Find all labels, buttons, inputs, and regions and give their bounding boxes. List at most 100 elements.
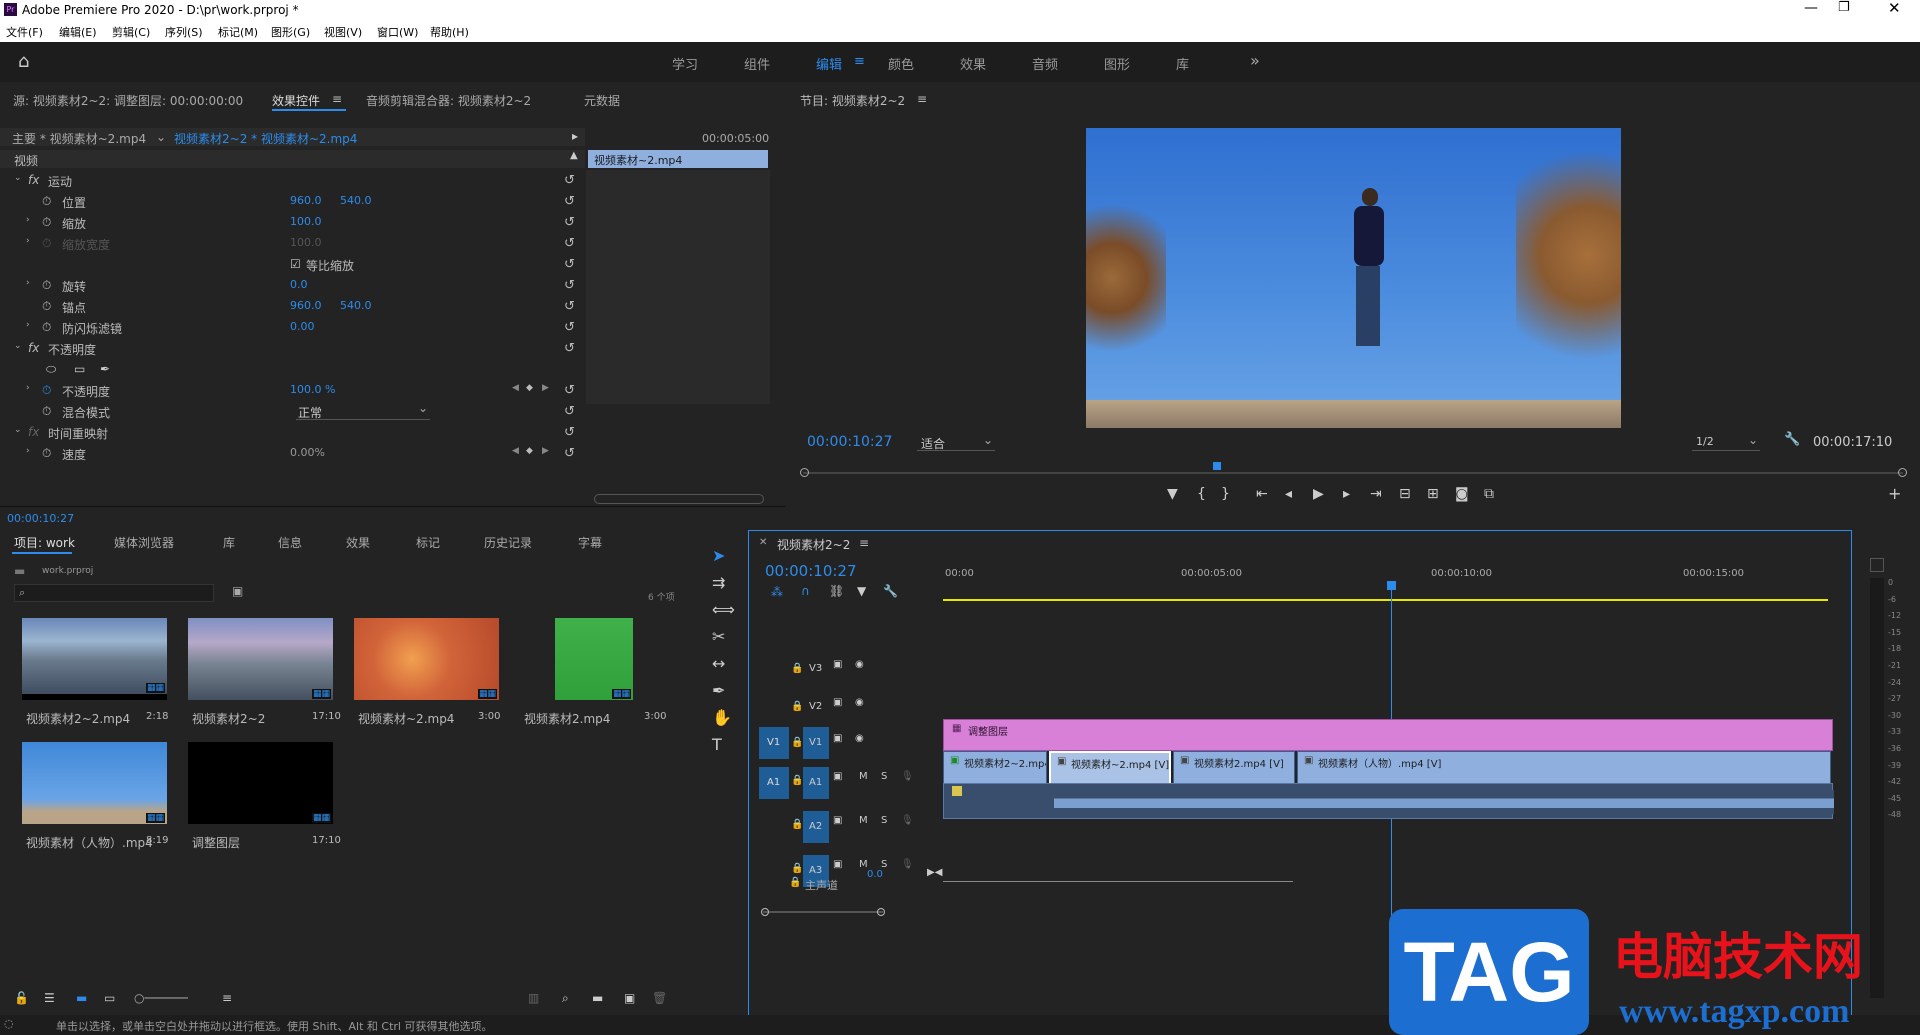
effect-row[interactable]: ⏱ 锚点 960.0 540.0 ↺ bbox=[0, 296, 585, 317]
stopwatch-icon[interactable]: ⏱ bbox=[42, 299, 51, 314]
effect-row[interactable]: › ⏱ 缩放宽度 100.0 ↺ bbox=[0, 233, 585, 254]
panel-menu-icon[interactable]: ≡ bbox=[859, 536, 869, 550]
hand-tool-icon[interactable]: ✋ bbox=[712, 708, 732, 727]
type-tool-icon[interactable]: T bbox=[712, 735, 722, 754]
project-thumbnail[interactable]: ▦▦ bbox=[188, 742, 333, 824]
workspace-menu-icon[interactable]: ≡ bbox=[854, 54, 865, 69]
collapsed-icon[interactable]: › bbox=[26, 278, 30, 288]
property-value-1[interactable]: 960.0 bbox=[290, 194, 322, 207]
workspace-tab-0[interactable]: 学习 bbox=[672, 54, 698, 73]
track-label[interactable]: V2 bbox=[803, 691, 829, 723]
property-value-1[interactable]: 100.0 % bbox=[290, 383, 335, 396]
selection-tool-icon[interactable]: ➤ bbox=[712, 546, 725, 565]
project-item-name[interactable]: 视频素材2.mp4 bbox=[524, 710, 610, 727]
panel-menu-icon[interactable]: ≡ bbox=[332, 92, 342, 106]
menu-item-2[interactable]: 剪辑(C) bbox=[112, 24, 150, 40]
blend-mode-dropdown[interactable]: 正常 ⌄ bbox=[296, 401, 430, 420]
effect-row[interactable]: ⌄ fx 时间重映射 ↺ bbox=[0, 422, 585, 443]
property-value-1[interactable]: 100.0 bbox=[290, 215, 322, 228]
rectangle-mask-icon[interactable]: ▭ bbox=[74, 362, 85, 376]
track-label[interactable]: A2 bbox=[803, 811, 829, 843]
reset-icon[interactable]: ↺ bbox=[564, 194, 575, 209]
prev-keyframe-icon[interactable]: ◀ bbox=[512, 383, 519, 393]
sync-lock-icon[interactable]: ▣ bbox=[833, 659, 842, 670]
source-patch-v1[interactable]: V1 bbox=[759, 727, 789, 759]
lock-icon[interactable]: 🔒 bbox=[791, 775, 803, 786]
project-thumbnail[interactable]: ▦▦ bbox=[188, 618, 333, 700]
wrench-icon[interactable]: 🔧 bbox=[1784, 432, 1800, 447]
project-thumbnail[interactable]: ▦▦ bbox=[22, 618, 167, 700]
new-bin-search-icon[interactable]: ▣ bbox=[232, 584, 243, 598]
clip-bar[interactable]: 视频素材~2.mp4 bbox=[588, 150, 768, 168]
sync-lock-icon[interactable]: ▣ bbox=[833, 733, 842, 744]
list-view-icon[interactable]: ☰ bbox=[44, 991, 55, 1005]
linked-selection-icon[interactable]: ⛓ bbox=[829, 584, 844, 598]
collapse-icon[interactable]: ▲ bbox=[570, 150, 578, 161]
sync-lock-icon[interactable]: ▣ bbox=[833, 697, 842, 708]
resolution-dropdown[interactable]: 1/2 ⌄ bbox=[1692, 433, 1760, 451]
play-only-icon[interactable]: ▸ bbox=[572, 129, 578, 143]
stopwatch-icon[interactable]: ⏱ bbox=[42, 383, 51, 398]
camera-icon[interactable]: ◙ bbox=[1455, 486, 1469, 502]
project-thumbnail[interactable]: ▦▦ bbox=[22, 742, 167, 824]
menu-item-6[interactable]: 视图(V) bbox=[324, 24, 362, 40]
reset-icon[interactable]: ↺ bbox=[564, 299, 575, 314]
collapsed-icon[interactable]: › bbox=[26, 383, 30, 393]
project-tab-4[interactable]: 效果 bbox=[346, 534, 370, 551]
project-item-name[interactable]: 视频素材2~2 bbox=[192, 710, 265, 727]
minimize-icon[interactable]: — bbox=[1804, 0, 1818, 16]
project-tab-5[interactable]: 标记 bbox=[416, 534, 440, 551]
stopwatch-icon[interactable]: ⏱ bbox=[42, 446, 51, 461]
playhead-scrubber[interactable] bbox=[803, 472, 1903, 474]
new-bin-icon[interactable]: ▬ bbox=[592, 991, 603, 1005]
mute-button[interactable]: M bbox=[859, 771, 868, 782]
close-tab-icon[interactable]: ✕ bbox=[759, 537, 767, 548]
chevron-down-icon[interactable]: ⌄ bbox=[156, 130, 166, 144]
playhead-marker[interactable] bbox=[1213, 462, 1221, 470]
lift-icon[interactable]: ⊟ bbox=[1399, 486, 1411, 502]
wrench-icon[interactable]: 🔧 bbox=[883, 584, 898, 598]
lock-icon[interactable]: 🔒 bbox=[791, 863, 803, 874]
effect-row[interactable]: ☑ 等比缩放 ↺ bbox=[0, 254, 585, 275]
effect-row[interactable]: ⌄ fx 不透明度 ↺ bbox=[0, 338, 585, 359]
step-forward-icon[interactable]: ▸ bbox=[1343, 486, 1350, 502]
reset-icon[interactable]: ↺ bbox=[564, 173, 575, 188]
v1-clip[interactable]: ▣ 视频素材（人物）.mp4 [V] bbox=[1297, 751, 1831, 785]
effect-row[interactable]: › ⏱ 不透明度 100.0 % ◀ ◆ ▶ ↺ bbox=[0, 380, 585, 401]
ellipse-mask-icon[interactable]: ⬭ bbox=[46, 362, 56, 377]
fx-icon[interactable]: fx bbox=[28, 173, 39, 187]
menu-item-0[interactable]: 文件(F) bbox=[6, 24, 43, 40]
trash-icon[interactable]: 🗑 bbox=[652, 991, 667, 1005]
effect-row[interactable]: › ⏱ 防闪烁滤镜 0.00 ↺ bbox=[0, 317, 585, 338]
clip-label[interactable]: 视频素材2~2 * 视频素材~2.mp4 bbox=[174, 130, 357, 147]
stopwatch-icon[interactable]: ⏱ bbox=[42, 236, 51, 251]
effect-row[interactable]: ⬭ ▭ ✒ bbox=[0, 359, 585, 380]
lock-icon[interactable]: 🔒 bbox=[791, 819, 803, 830]
slip-tool-icon[interactable]: ↔ bbox=[712, 654, 725, 673]
project-item-name[interactable]: 视频素材（人物）.mp4 bbox=[26, 834, 153, 851]
marker-icon[interactable]: ▼ bbox=[1167, 486, 1178, 502]
go-to-out-icon[interactable]: ⇥ bbox=[1370, 486, 1382, 502]
microphone-icon[interactable]: 🎙 bbox=[901, 815, 914, 826]
effect-row[interactable]: ⏱ 混合模式 正常 ⌄ ↺ bbox=[0, 401, 585, 422]
expanded-icon[interactable]: ⌄ bbox=[14, 341, 22, 351]
sync-lock-icon[interactable]: ▣ bbox=[833, 815, 842, 826]
collapsed-icon[interactable]: › bbox=[26, 446, 30, 456]
property-value-1[interactable]: 960.0 bbox=[290, 299, 322, 312]
in-point-icon[interactable]: { bbox=[1197, 486, 1206, 502]
ripple-edit-icon[interactable]: ⟺ bbox=[712, 600, 735, 619]
out-point-icon[interactable]: } bbox=[1221, 486, 1230, 502]
workspace-tab-1[interactable]: 组件 bbox=[744, 54, 770, 73]
extract-icon[interactable]: ⊞ bbox=[1427, 486, 1439, 502]
add-keyframe-icon[interactable]: ◆ bbox=[526, 383, 533, 393]
checkbox-icon[interactable]: ☑ bbox=[290, 257, 301, 271]
mute-button[interactable]: M bbox=[859, 815, 868, 826]
collapsed-icon[interactable]: › bbox=[26, 320, 30, 330]
reset-icon[interactable]: ↺ bbox=[564, 215, 575, 230]
master-end-icon[interactable]: ▶◀ bbox=[927, 867, 942, 878]
track-select-icon[interactable]: ⇉ bbox=[712, 573, 725, 592]
reset-icon[interactable]: ↺ bbox=[564, 383, 575, 398]
panel-menu-icon[interactable]: ≡ bbox=[917, 92, 927, 106]
project-tab-6[interactable]: 历史记录 bbox=[484, 534, 532, 551]
step-back-icon[interactable]: ◂ bbox=[1285, 486, 1292, 502]
